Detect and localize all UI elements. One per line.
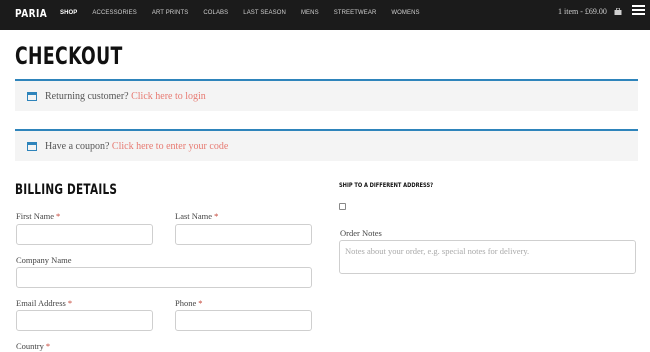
main-nav: Shop Accessories Art Prints Colabs Last … (60, 10, 435, 16)
company-name-label: Company Name (16, 255, 72, 265)
required-mark: * (45, 341, 51, 351)
nav-item-womens[interactable]: Womens (391, 10, 419, 16)
country-label: Country * (16, 341, 51, 351)
last-name-field[interactable] (175, 224, 312, 245)
window-icon (27, 92, 37, 101)
hamburger-menu-icon[interactable] (632, 5, 646, 17)
cart-summary[interactable]: 1 item - £69.00 (558, 7, 607, 16)
required-mark: * (198, 298, 203, 308)
nav-item-streetwear[interactable]: Streetwear (334, 10, 377, 16)
nav-item-accessories[interactable]: Accessories (92, 10, 136, 16)
shopping-bag-icon[interactable] (614, 8, 622, 15)
top-navbar: PARIA Shop Accessories Art Prints Colabs… (0, 0, 650, 30)
email-field[interactable] (16, 310, 153, 331)
ship-different-address-checkbox[interactable] (339, 203, 346, 210)
order-notes-textarea[interactable]: Notes about your order, e.g. special not… (339, 240, 636, 274)
billing-details-title: BILLING DETAILS (15, 182, 118, 198)
required-mark: * (214, 211, 219, 221)
first-name-field[interactable] (16, 224, 153, 245)
nav-item-last-season[interactable]: Last Season (243, 10, 286, 16)
email-label: Email Address * (16, 298, 73, 308)
ship-different-address-title: Ship to a different address? (339, 182, 434, 189)
first-name-label: First Name * (16, 211, 61, 221)
phone-field[interactable] (175, 310, 312, 331)
phone-label: Phone * (175, 298, 203, 308)
window-icon (27, 142, 37, 151)
site-logo[interactable]: PARIA (15, 7, 47, 20)
nav-item-art-prints[interactable]: Art Prints (152, 10, 188, 16)
nav-item-colabs[interactable]: Colabs (203, 10, 228, 16)
login-link[interactable]: Click here to login (131, 91, 206, 102)
required-mark: * (67, 298, 73, 308)
nav-item-mens[interactable]: Mens (301, 10, 319, 16)
order-notes-label: Order Notes (340, 228, 382, 238)
nav-item-shop[interactable]: Shop (60, 10, 77, 16)
returning-customer-text: Returning customer? (45, 91, 132, 102)
coupon-text: Have a coupon? (45, 141, 112, 152)
page-title: CHECKOUT (15, 42, 123, 70)
coupon-notice: Have a coupon? Click here to enter your … (15, 129, 638, 161)
required-mark: * (56, 211, 61, 221)
returning-customer-notice: Returning customer? Click here to login (15, 79, 638, 111)
last-name-label: Last Name * (175, 211, 219, 221)
company-name-field[interactable] (16, 267, 312, 288)
coupon-link[interactable]: Click here to enter your code (112, 141, 228, 152)
